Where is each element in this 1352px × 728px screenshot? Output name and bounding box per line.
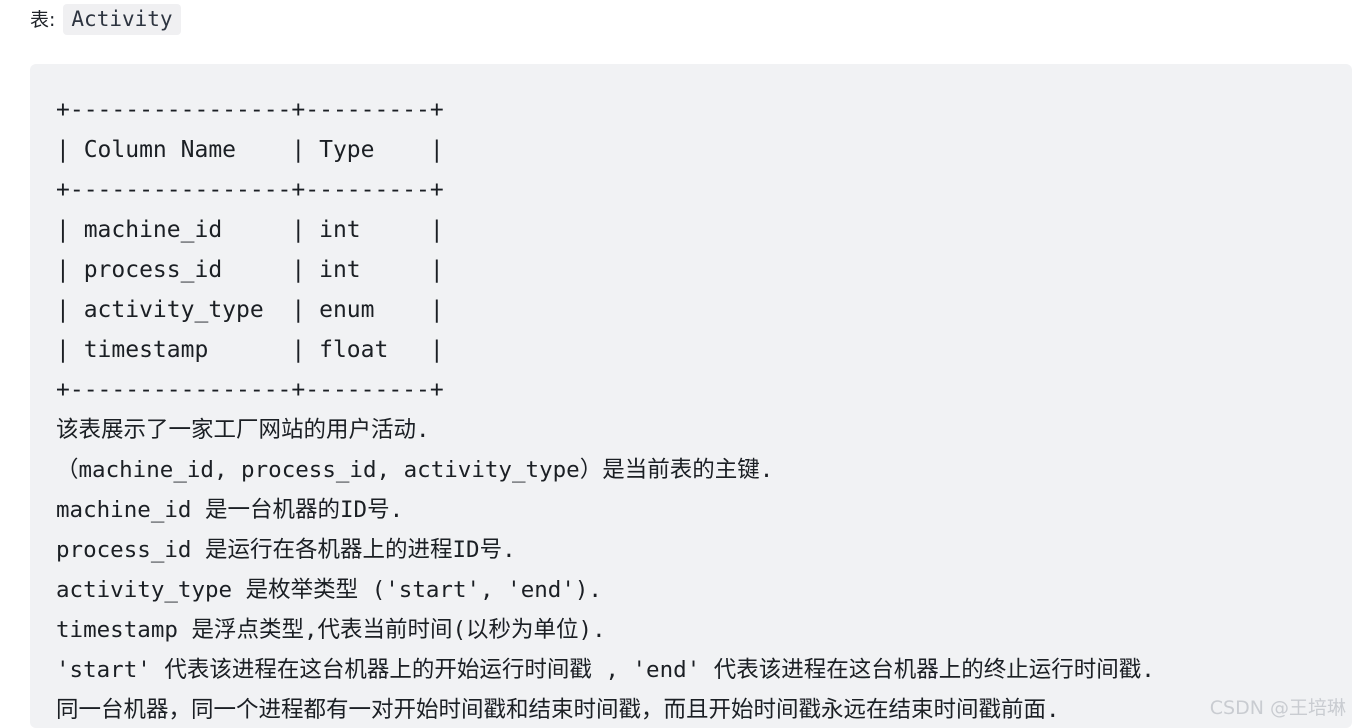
ascii-table-row: +----------------+---------+: [56, 177, 444, 203]
description-line: （machine_id, process_id, activity_type）是…: [56, 457, 774, 483]
table-name-badge: Activity: [63, 4, 181, 35]
schema-code-block: +----------------+---------+ | Column Na…: [30, 64, 1352, 728]
schema-code-content: +----------------+---------+ | Column Na…: [30, 64, 1352, 728]
ascii-table-row: | timestamp | float |: [56, 337, 444, 363]
description-line: 'start' 代表该进程在这台机器上的开始运行时间戳 , 'end' 代表该进…: [56, 657, 1155, 683]
description-line: timestamp 是浮点类型,代表当前时间(以秒为单位).: [56, 617, 606, 643]
ascii-table-row: +----------------+---------+: [56, 97, 444, 123]
ascii-table-row: | Column Name | Type |: [56, 137, 444, 163]
description-line: 该表展示了一家工厂网站的用户活动.: [56, 417, 430, 443]
ascii-table-row: | process_id | int |: [56, 257, 444, 283]
ascii-table-row: +----------------+---------+: [56, 377, 444, 403]
ascii-table-row: | machine_id | int |: [56, 217, 444, 243]
description-line: activity_type 是枚举类型 ('start', 'end').: [56, 577, 602, 603]
table-label: 表:: [30, 8, 56, 31]
page-title: 表: Activity: [30, 4, 181, 35]
description-line: machine_id 是一台机器的ID号.: [56, 497, 404, 523]
description-line: process_id 是运行在各机器上的进程ID号.: [56, 537, 516, 563]
ascii-table-row: | activity_type | enum |: [56, 297, 444, 323]
description-line: 同一台机器，同一个进程都有一对开始时间戳和结束时间戳，而且开始时间戳永远在结束时…: [56, 697, 1060, 723]
